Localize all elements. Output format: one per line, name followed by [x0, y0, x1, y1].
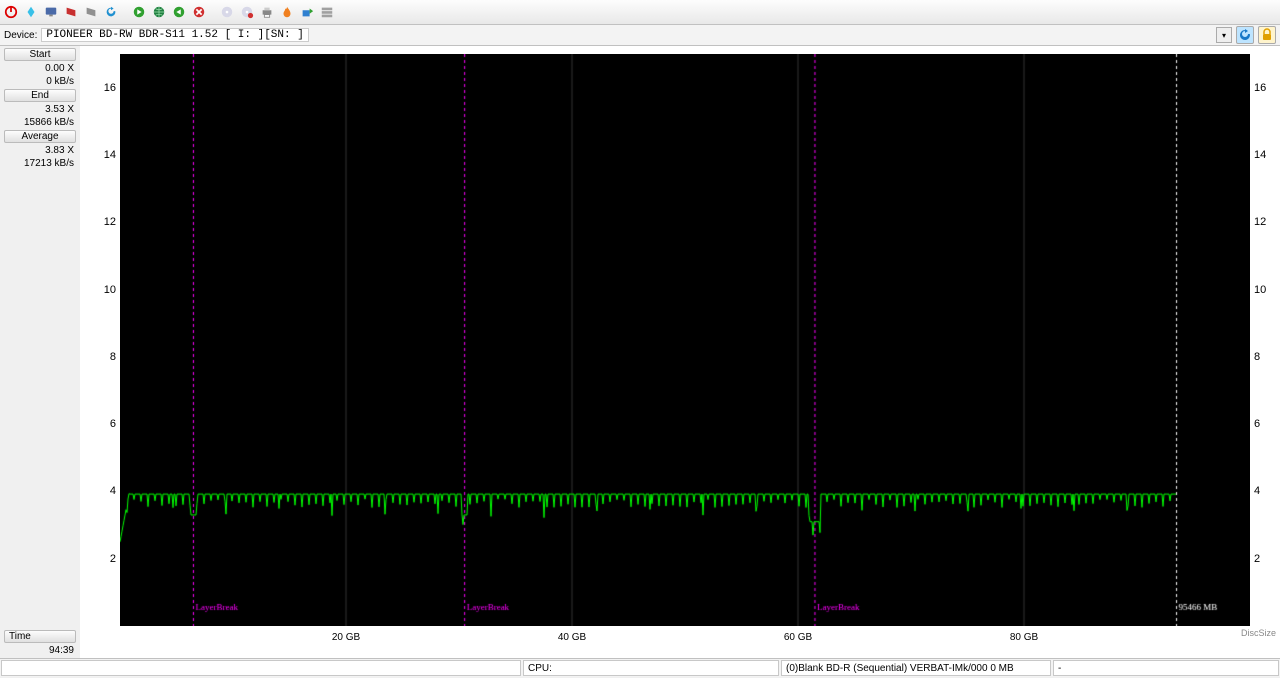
start-header: Start	[4, 48, 76, 61]
flame-icon[interactable]	[278, 3, 296, 21]
export-icon[interactable]	[298, 3, 316, 21]
end-rate: 15866 kB/s	[0, 116, 80, 129]
stats-sidebar: Start 0.00 X 0 kB/s End 3.53 X 15866 kB/…	[0, 46, 80, 658]
y-tick-right: 4	[1254, 485, 1260, 497]
y-tick-left: 4	[110, 485, 116, 497]
time-header: Time	[4, 630, 76, 643]
device-refresh-button[interactable]	[1236, 26, 1254, 44]
monitor-icon[interactable]	[42, 3, 60, 21]
device-value: PIONEER BD-RW BDR-S11 1.52 [ I: ][SN: ]	[41, 28, 308, 42]
main-toolbar	[0, 0, 1280, 25]
disc-icon[interactable]	[218, 3, 236, 21]
time-value: 94:39	[0, 644, 80, 657]
book-gray-icon[interactable]	[82, 3, 100, 21]
start-rate: 0 kB/s	[0, 75, 80, 88]
y-tick-right: 16	[1254, 82, 1266, 94]
chart-zone: 2 4 6 8 10 12 14 16 2 4 6 8 10 12 14 16 20 GB 40 GB 60 G…	[80, 46, 1280, 658]
status-cell-last: -	[1053, 660, 1279, 676]
device-label: Device:	[4, 30, 37, 41]
average-header: Average	[4, 130, 76, 143]
avg-speed: 3.83 X	[0, 144, 80, 157]
y-tick-left: 8	[110, 351, 116, 363]
y-tick-right: 14	[1254, 149, 1266, 161]
main-area: Start 0.00 X 0 kB/s End 3.53 X 15866 kB/…	[0, 46, 1280, 658]
speed-plot	[120, 54, 1250, 626]
power-icon[interactable]	[2, 3, 20, 21]
x-tick: 20 GB	[332, 632, 360, 643]
cancel-icon[interactable]	[190, 3, 208, 21]
print-icon[interactable]	[258, 3, 276, 21]
globe-icon[interactable]	[150, 3, 168, 21]
disc-red-icon[interactable]	[238, 3, 256, 21]
disc-size-label: DiscSize	[1241, 628, 1276, 638]
device-bar: Device: PIONEER BD-RW BDR-S11 1.52 [ I: …	[0, 25, 1280, 46]
y-tick-left: 16	[104, 82, 116, 94]
back-icon[interactable]	[170, 3, 188, 21]
settings-icon[interactable]	[318, 3, 336, 21]
book-red-icon[interactable]	[62, 3, 80, 21]
end-header: End	[4, 89, 76, 102]
device-lock-button[interactable]	[1258, 26, 1276, 44]
status-cpu-cell: CPU:	[523, 660, 779, 676]
y-tick-right: 10	[1254, 284, 1266, 296]
x-tick: 60 GB	[784, 632, 812, 643]
device-dropdown-button[interactable]: ▾	[1216, 27, 1232, 43]
y-tick-right: 2	[1254, 553, 1260, 565]
y-tick-left: 14	[104, 149, 116, 161]
diamond-icon[interactable]	[22, 3, 40, 21]
status-dash: -	[1058, 663, 1061, 674]
start-speed: 0.00 X	[0, 62, 80, 75]
status-disc-cell: (0)Blank BD-R (Sequential) VERBAT-IMk/00…	[781, 660, 1051, 676]
y-tick-left: 6	[110, 418, 116, 430]
cpu-label: CPU:	[528, 663, 552, 674]
y-axis-left: 2 4 6 8 10 12 14 16	[80, 46, 120, 622]
x-tick: 40 GB	[558, 632, 586, 643]
status-bar: CPU: (0)Blank BD-R (Sequential) VERBAT-I…	[0, 658, 1280, 677]
disc-info: (0)Blank BD-R (Sequential) VERBAT-IMk/00…	[786, 663, 1014, 674]
y-tick-left: 2	[110, 553, 116, 565]
y-tick-left: 12	[104, 216, 116, 228]
refresh-blue-icon[interactable]	[102, 3, 120, 21]
status-cell-1	[1, 660, 521, 676]
y-tick-left: 10	[104, 284, 116, 296]
y-axis-right: 2 4 6 8 10 12 14 16	[1250, 46, 1280, 622]
y-tick-right: 6	[1254, 418, 1260, 430]
x-axis: 20 GB 40 GB 60 GB 80 GB	[120, 630, 1250, 650]
x-tick: 80 GB	[1010, 632, 1038, 643]
speed-canvas	[120, 54, 1250, 626]
avg-rate: 17213 kB/s	[0, 157, 80, 170]
y-tick-right: 8	[1254, 351, 1260, 363]
y-tick-right: 12	[1254, 216, 1266, 228]
end-speed: 3.53 X	[0, 103, 80, 116]
arrow-green-icon[interactable]	[130, 3, 148, 21]
